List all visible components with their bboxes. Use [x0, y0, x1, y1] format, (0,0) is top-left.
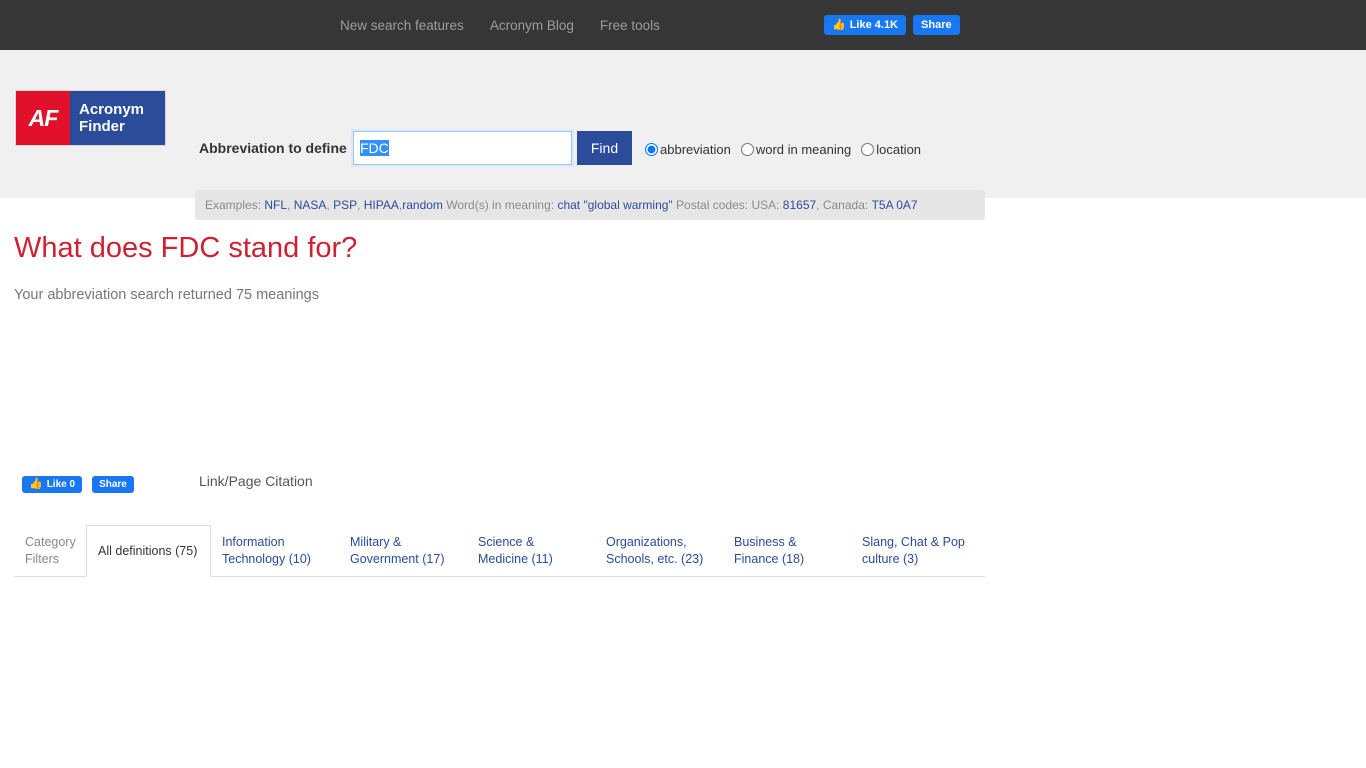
- search-band: AF Acronym Finder Abbreviation to define…: [0, 50, 1366, 220]
- radio-word-in-meaning[interactable]: word in meaning: [740, 142, 852, 157]
- find-button[interactable]: Find: [577, 131, 632, 165]
- thumbs-up-icon: 👍: [832, 18, 846, 31]
- category-filter-tabs: Category Filters All definitions (75) In…: [14, 525, 985, 577]
- top-nav-links: New search features Acronym Blog Free to…: [340, 0, 660, 50]
- example-link-nfl[interactable]: NFL: [264, 198, 287, 212]
- example-link-global-warming[interactable]: "global warming": [583, 198, 672, 212]
- category-filters-label-line1: Category: [25, 534, 76, 549]
- top-navigation-bar: New search features Acronym Blog Free to…: [0, 0, 1366, 50]
- radio-location[interactable]: location: [861, 142, 921, 157]
- radio-location-input[interactable]: [861, 143, 875, 156]
- top-social-buttons: 👍 Like 4.1K Share: [824, 15, 960, 35]
- example-link-canada-postal[interactable]: T5A 0A7: [872, 198, 918, 212]
- example-link-nasa[interactable]: NASA: [294, 198, 327, 212]
- nav-link-acronym-blog[interactable]: Acronym Blog: [490, 18, 574, 33]
- category-filters-label: Category Filters: [14, 525, 86, 576]
- examples-bar: Examples: NFL, NASA, PSP, HIPAA, random …: [195, 190, 985, 220]
- nav-link-free-tools[interactable]: Free tools: [600, 18, 660, 33]
- thumbs-up-icon: 👍: [29, 478, 43, 490]
- search-label: Abbreviation to define: [199, 140, 347, 156]
- results-count-text: Your abbreviation search returned 75 mea…: [14, 287, 319, 303]
- tab-military-government[interactable]: Military & Government (17): [339, 525, 467, 576]
- radio-location-label: location: [876, 142, 922, 157]
- radio-word-in-meaning-input[interactable]: [740, 143, 754, 156]
- facebook-like-button[interactable]: 👍 Like 4.1K: [824, 15, 907, 35]
- example-link-usa-zip[interactable]: 81657: [783, 198, 816, 212]
- logo-line-2: Finder: [79, 118, 125, 135]
- site-logo[interactable]: AF Acronym Finder: [15, 90, 166, 146]
- category-filters-label-line2: Filters: [25, 551, 60, 566]
- search-mode-radios: abbreviation word in meaning location: [645, 142, 929, 157]
- examples-postal-prefix: Postal codes:: [676, 198, 749, 212]
- nav-link-new-search-features[interactable]: New search features: [340, 18, 464, 33]
- main-content: What does FDC stand for? Your abbreviati…: [0, 232, 1366, 577]
- examples-prefix: Examples:: [205, 198, 262, 212]
- facebook-share-button[interactable]: Share: [913, 15, 960, 35]
- example-link-random[interactable]: random: [402, 198, 443, 212]
- tab-information-technology[interactable]: Information Technology (10): [211, 525, 339, 576]
- radio-abbreviation-input[interactable]: [645, 143, 658, 156]
- tab-slang-chat-pop-culture[interactable]: Slang, Chat & Pop culture (3): [851, 525, 979, 576]
- page-title: What does FDC stand for?: [14, 232, 358, 264]
- example-link-chat[interactable]: chat: [557, 198, 580, 212]
- example-link-psp[interactable]: PSP: [333, 198, 357, 212]
- page-facebook-like-button[interactable]: 👍 Like 0: [22, 476, 83, 493]
- page-social-buttons: 👍 Like 0 Share: [22, 476, 134, 493]
- tab-science-medicine[interactable]: Science & Medicine (11): [467, 525, 595, 576]
- examples-words-prefix: Word(s) in meaning:: [446, 198, 555, 212]
- link-page-citation[interactable]: Link/Page Citation: [199, 473, 313, 489]
- page-facebook-share-button[interactable]: Share: [92, 476, 134, 493]
- radio-abbreviation[interactable]: abbreviation: [645, 142, 731, 157]
- search-input[interactable]: [351, 129, 574, 167]
- page-facebook-like-label: Like 0: [46, 478, 76, 490]
- tab-business-finance[interactable]: Business & Finance (18): [723, 525, 851, 576]
- example-link-hipaa[interactable]: HIPAA: [364, 198, 399, 212]
- tab-organizations-schools[interactable]: Organizations, Schools, etc. (23): [595, 525, 723, 576]
- facebook-like-label: Like 4.1K: [849, 18, 899, 31]
- examples-usa-label: USA:: [751, 198, 780, 212]
- tab-all-definitions[interactable]: All definitions (75): [86, 525, 211, 577]
- examples-canada-label: , Canada:: [816, 198, 869, 212]
- logo-line-1: Acronym: [79, 101, 145, 118]
- radio-abbreviation-label: abbreviation: [660, 142, 731, 157]
- logo-wordmark: Acronym Finder: [70, 91, 165, 145]
- radio-word-in-meaning-label: word in meaning: [755, 142, 852, 157]
- logo-mark: AF: [16, 91, 70, 145]
